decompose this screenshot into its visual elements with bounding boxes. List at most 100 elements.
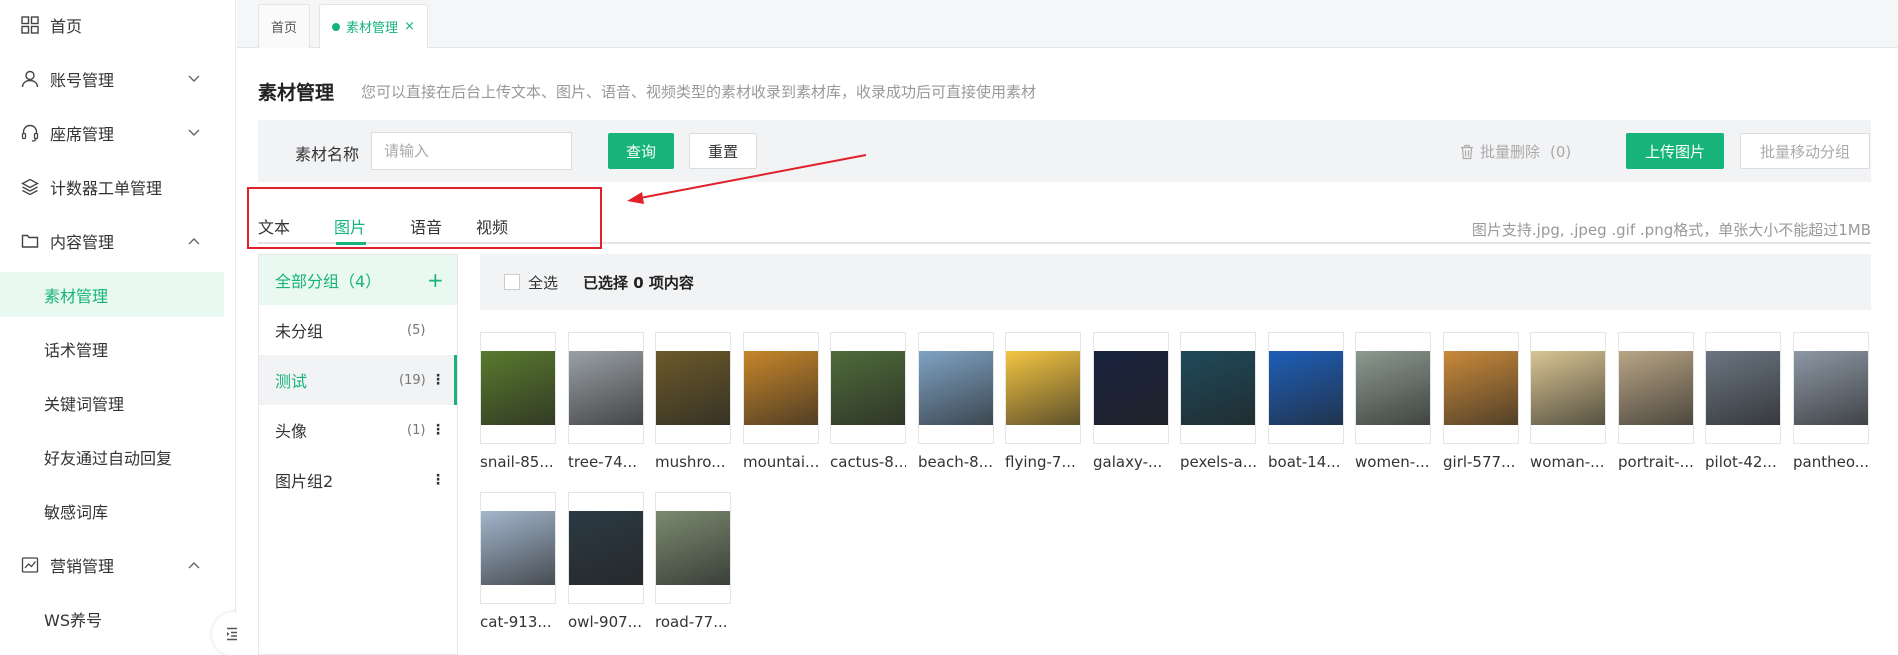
image-card[interactable]: galaxy-...: [1093, 332, 1169, 471]
image-card[interactable]: beach-8...: [918, 332, 994, 471]
image-thumbnail[interactable]: [1705, 332, 1781, 444]
tab-image[interactable]: 图片: [334, 214, 366, 238]
material-name-input[interactable]: 请输入: [371, 132, 572, 170]
sidebar-item-account[interactable]: 账号管理: [0, 56, 224, 101]
page-description: 您可以直接在后台上传文本、图片、语音、视频类型的素材收录到素材库，收录成功后可直…: [361, 83, 1037, 101]
image-thumbnail[interactable]: [918, 332, 994, 444]
image-preview: [1531, 351, 1605, 425]
page-tab-material[interactable]: 素材管理 ×: [319, 4, 428, 48]
group-item[interactable]: 图片组2 ⋮: [259, 455, 457, 505]
image-thumbnail[interactable]: [830, 332, 906, 444]
group-item[interactable]: 未分组 (5): [259, 305, 457, 355]
select-all-checkbox[interactable]: [504, 274, 520, 290]
sidebar-item-seat[interactable]: 座席管理: [0, 110, 224, 155]
image-card[interactable]: cat-913...: [480, 492, 556, 631]
image-card[interactable]: pilot-42...: [1705, 332, 1781, 471]
image-thumbnail[interactable]: [1093, 332, 1169, 444]
image-thumbnail[interactable]: [480, 332, 556, 444]
sidebar-item-counter[interactable]: 计数器工单管理: [0, 164, 224, 209]
sidebar-item-material[interactable]: 素材管理: [0, 272, 224, 317]
group-label: 测试: [275, 372, 308, 391]
image-card[interactable]: boat-14...: [1268, 332, 1344, 471]
group-label: 未分组: [275, 322, 324, 341]
sidebar-item-ws[interactable]: WS养号: [0, 596, 224, 641]
group-item[interactable]: 测试 (19) ⋮: [259, 355, 457, 405]
chevron-up-icon: [188, 559, 200, 571]
sidebar-item-label: WS养号: [44, 610, 102, 630]
reset-button[interactable]: 重置: [689, 133, 757, 169]
page-tab-label: 首页: [271, 21, 298, 36]
tab-text[interactable]: 文本: [258, 214, 290, 238]
tab-video[interactable]: 视频: [476, 214, 508, 238]
upload-format-tip: 图片支持.jpg, .jpeg .gif .png格式，单张大小不能超过1MB: [1471, 221, 1871, 239]
group-all[interactable]: 全部分组（4） +: [259, 255, 457, 305]
query-button[interactable]: 查询: [608, 133, 674, 169]
sidebar-item-auto-reply[interactable]: 好友通过自动回复: [0, 434, 224, 479]
tab-audio[interactable]: 语音: [410, 214, 442, 238]
image-thumbnail[interactable]: [1180, 332, 1256, 444]
page-tab-label: 素材管理: [346, 21, 399, 36]
image-thumbnail[interactable]: [568, 492, 644, 604]
image-thumbnail[interactable]: [480, 492, 556, 604]
group-label: 头像: [275, 422, 308, 441]
image-thumbnail[interactable]: [655, 332, 731, 444]
sidebar-item-label: 计数器工单管理: [50, 178, 163, 198]
image-card[interactable]: girl-577...: [1443, 332, 1519, 471]
batch-move-group-button[interactable]: 批量移动分组: [1740, 133, 1870, 169]
image-thumbnail[interactable]: [1268, 332, 1344, 444]
image-preview: [656, 351, 730, 425]
image-name: boat-14...: [1268, 453, 1341, 471]
image-thumbnail[interactable]: [1618, 332, 1694, 444]
image-thumbnail[interactable]: [568, 332, 644, 444]
more-vertical-icon[interactable]: ⋮: [431, 372, 445, 388]
sidebar-item-content[interactable]: 内容管理: [0, 218, 224, 263]
image-thumbnail[interactable]: [1793, 332, 1869, 444]
group-label: 图片组2: [275, 472, 334, 491]
sidebar-item-sensitive[interactable]: 敏感词库: [0, 488, 224, 533]
page-tab-home[interactable]: 首页: [258, 4, 311, 48]
image-card[interactable]: road-77...: [655, 492, 731, 631]
image-card[interactable]: tree-74...: [568, 332, 644, 471]
image-card[interactable]: mushro...: [655, 332, 731, 471]
image-name: flying-7...: [1005, 453, 1076, 471]
image-card[interactable]: women-...: [1355, 332, 1431, 471]
image-name: cat-913...: [480, 613, 552, 631]
more-vertical-icon[interactable]: ⋮: [431, 422, 445, 438]
image-card[interactable]: owl-907...: [568, 492, 644, 631]
sidebar-item-home[interactable]: 首页: [0, 2, 224, 47]
image-preview: [1794, 351, 1868, 425]
image-card[interactable]: pantheo...: [1793, 332, 1869, 471]
image-name: beach-8...: [918, 453, 993, 471]
page-title: 素材管理: [258, 82, 335, 104]
sidebar-item-script[interactable]: 话术管理: [0, 326, 224, 371]
sidebar-item-marketing[interactable]: 营销管理: [0, 542, 224, 587]
image-card[interactable]: cactus-8...: [830, 332, 906, 471]
image-name: pantheo...: [1793, 453, 1869, 471]
sidebar-item-keywords[interactable]: 关键词管理: [0, 380, 224, 425]
sidebar-item-label: 首页: [50, 16, 83, 36]
group-item[interactable]: 头像 (1) ⋮: [259, 405, 457, 455]
main-area: 首页 素材管理 × 素材管理 您可以直接在后台上传文本、图片、语音、视频类型的素…: [237, 0, 1898, 655]
image-card[interactable]: flying-7...: [1005, 332, 1081, 471]
sidebar-item-label: 账号管理: [50, 70, 115, 90]
image-thumbnail[interactable]: [1530, 332, 1606, 444]
image-card[interactable]: woman-...: [1530, 332, 1606, 471]
group-label: 全部分组（4）: [275, 272, 382, 291]
more-vertical-icon[interactable]: ⋮: [431, 472, 445, 488]
user-icon: [20, 69, 40, 89]
sidebar-item-label: 营销管理: [50, 556, 115, 576]
image-thumbnail[interactable]: [1005, 332, 1081, 444]
image-card[interactable]: portrait-...: [1618, 332, 1694, 471]
add-group-icon[interactable]: +: [427, 268, 444, 292]
image-thumbnail[interactable]: [1443, 332, 1519, 444]
upload-image-button[interactable]: 上传图片: [1626, 133, 1724, 169]
batch-delete-button[interactable]: 批量删除 (0): [1460, 141, 1571, 162]
image-thumbnail[interactable]: [655, 492, 731, 604]
close-icon[interactable]: ×: [404, 19, 415, 34]
image-thumbnail[interactable]: [1355, 332, 1431, 444]
image-card[interactable]: mountai...: [743, 332, 819, 471]
image-card[interactable]: snail-85...: [480, 332, 556, 471]
image-panel: 全选 已选择 0 项内容 snail-85... tree-74... mushro…: [480, 254, 1871, 655]
image-thumbnail[interactable]: [743, 332, 819, 444]
image-card[interactable]: pexels-a...: [1180, 332, 1256, 471]
